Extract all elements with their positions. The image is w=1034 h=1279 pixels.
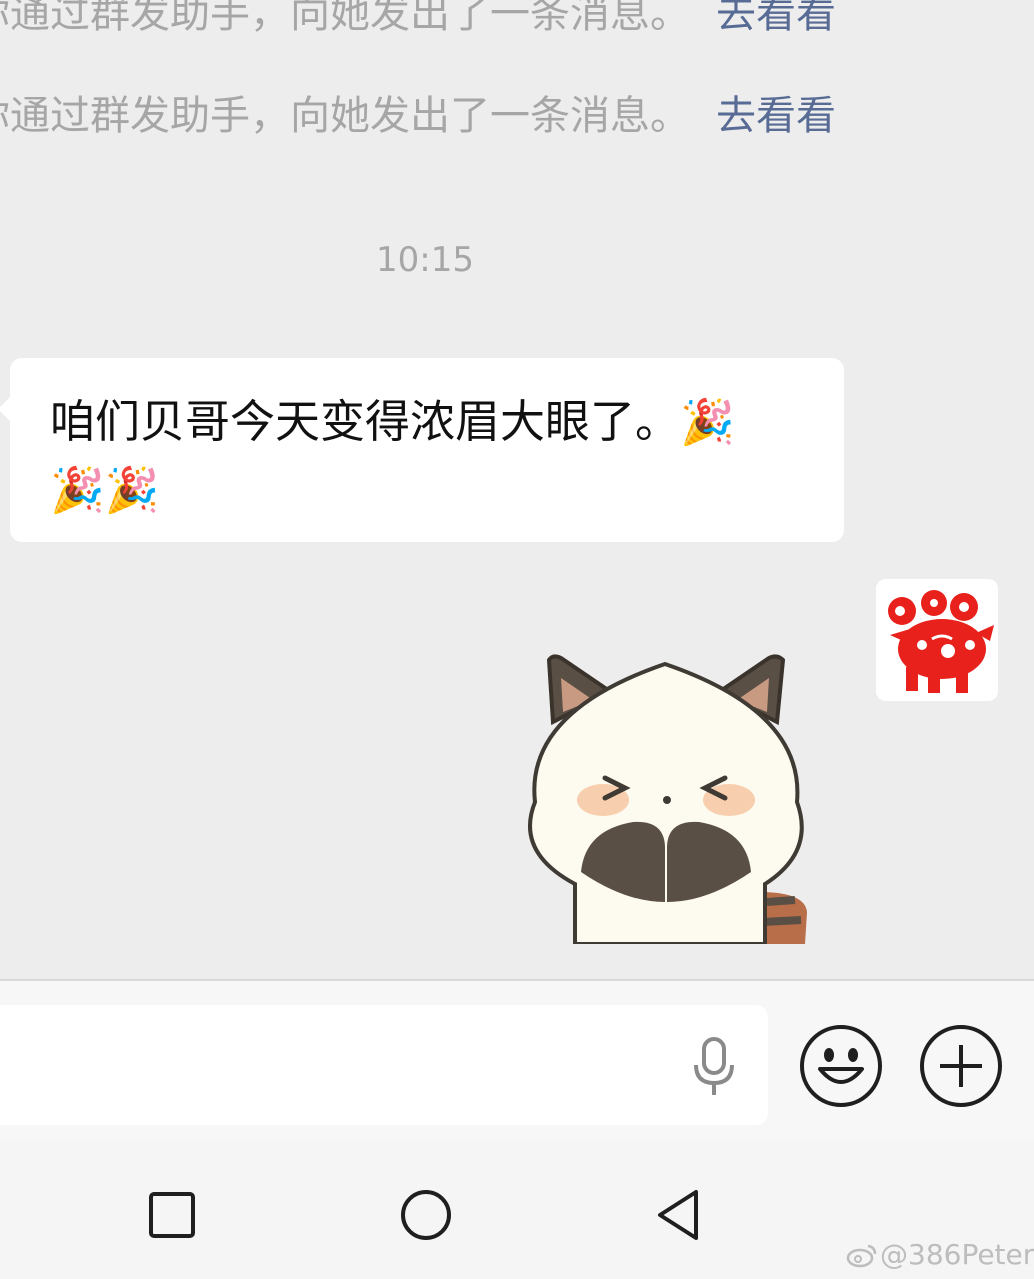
incoming-message-bubble[interactable]: 咱们贝哥今天变得浓眉大眼了。🎉 🎉🎉 [0,358,844,542]
mic-icon[interactable] [690,1037,738,1097]
emoji-icon[interactable] [798,1023,884,1109]
nav-back-icon[interactable] [648,1185,708,1245]
message-text-line: 咱们贝哥今天变得浓眉大眼了。🎉 [50,388,814,457]
system-message-text: 你通过群发助手，向她发出了一条消息。 [0,93,690,139]
message-input[interactable] [0,1005,768,1125]
watermark-text: @386Peter [880,1238,1034,1271]
input-bar [0,981,1034,1141]
plus-icon[interactable] [918,1023,1004,1109]
cat-sticker[interactable] [515,652,815,946]
papercut-ox-icon [876,579,998,701]
party-popper-emoji: 🎉🎉 [50,465,160,516]
system-message: 你通过群发助手，向她发出了一条消息。 去看看 [0,0,900,42]
view-link[interactable]: 去看看 [716,0,836,37]
cat-sticker-image [528,654,807,946]
sender-avatar[interactable] [876,579,998,701]
weibo-icon [846,1244,877,1268]
watermark: @386Peter [846,1238,1034,1271]
system-message-text: 你通过群发助手，向她发出了一条消息。 [0,0,690,37]
view-link[interactable]: 去看看 [716,93,836,139]
nav-square-icon[interactable] [142,1185,202,1245]
system-message: 你通过群发助手，向她发出了一条消息。 去看看 [0,88,900,144]
message-text: 咱们贝哥今天变得浓眉大眼了。 [50,395,681,448]
nav-home-icon[interactable] [396,1185,456,1245]
message-timestamp: 10:15 [376,240,474,280]
party-popper-emoji: 🎉 [680,397,735,448]
